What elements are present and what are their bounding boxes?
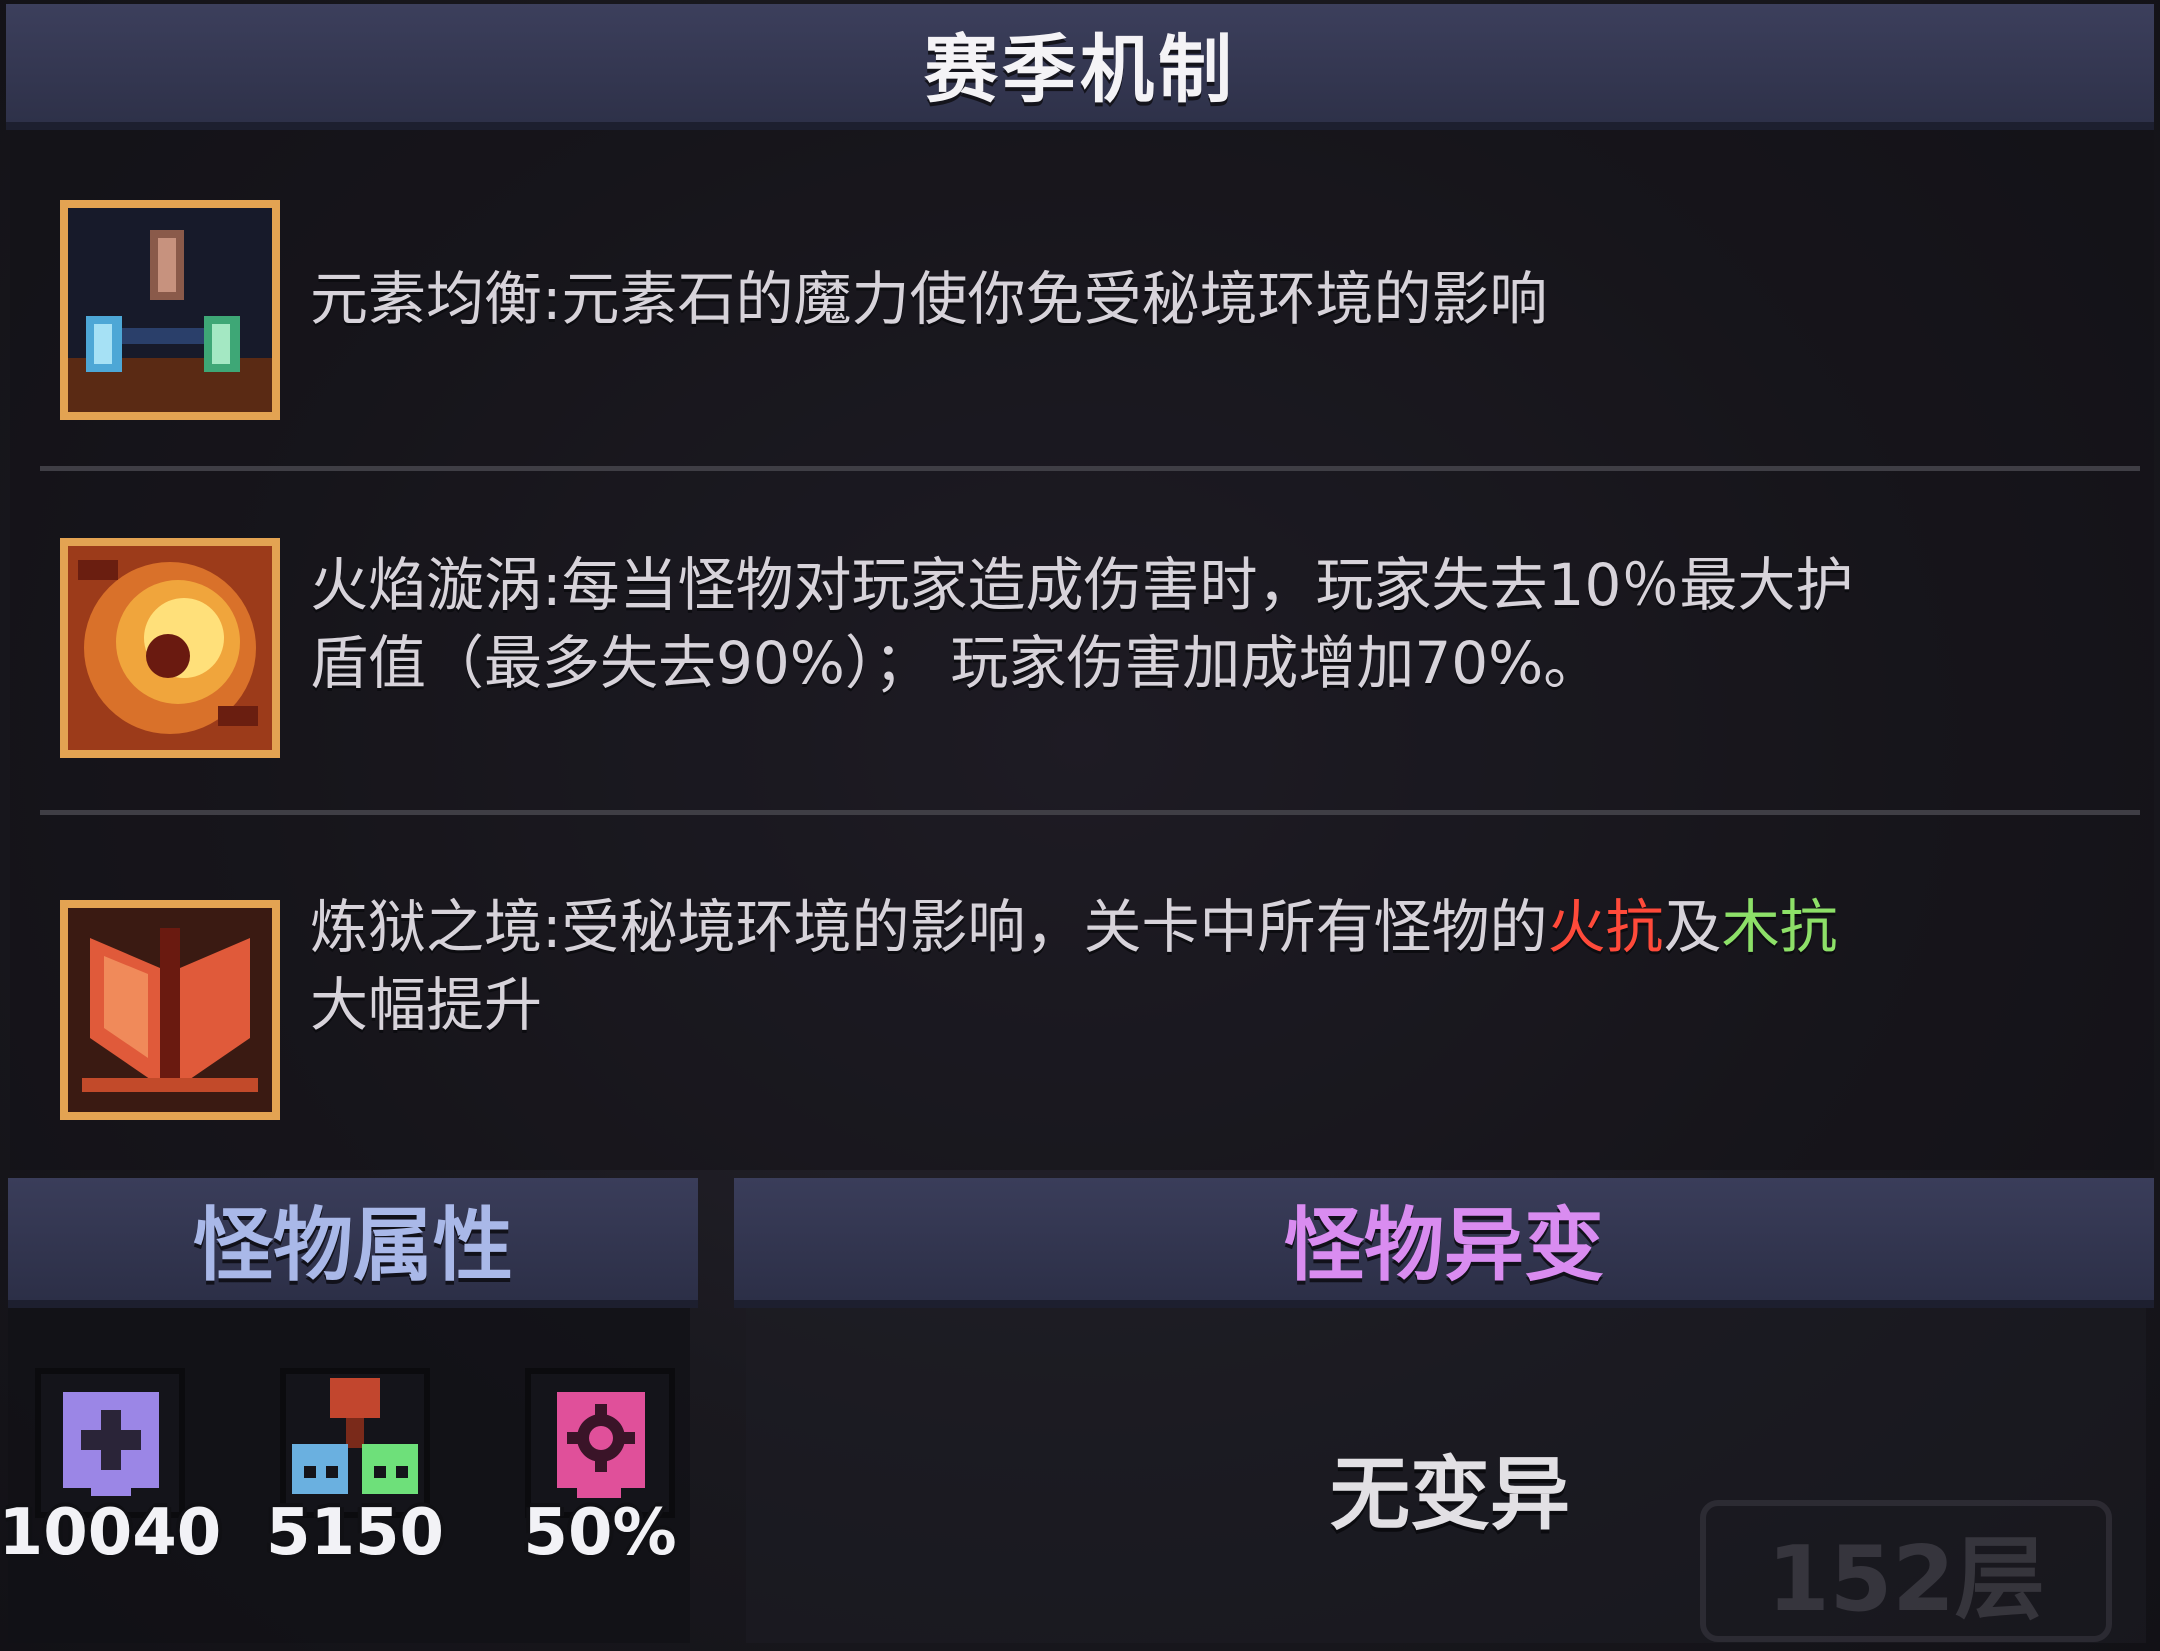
mechanic-description-prefix: 炼狱之境:受秘境环境的影响，关卡中所有怪物的 [310,893,1548,961]
row-divider [40,466,2140,471]
mechanic-description-line: 炼狱之境:受秘境环境的影响，关卡中所有怪物的火抗及木抗 [310,888,2090,966]
mechanic-row-purgatory: 炼狱之境:受秘境环境的影响，关卡中所有怪物的火抗及木抗 大幅提升 [10,893,2154,1120]
dialog-title: 赛季机制 [924,26,1236,113]
fire-resist-highlight: 火抗 [1547,893,1664,961]
mechanic-description-line: 盾值（最多失去90%）； 玩家伤害加成增加70%。 [310,629,1602,697]
stat-crit: 50% [520,1368,680,1570]
mechanic-description: 火焰漩涡:每当怪物对玩家造成伤害时，玩家失去10％最大护 盾值（最多失去90%）… [310,546,2090,702]
stat-value: 50% [523,1496,677,1570]
elemental-stones-icon [60,200,280,420]
stat-value: 10040 [0,1496,222,1570]
mutation-status: 无变异 [1330,1448,1570,1541]
monster-stats-title: 怪物属性 [193,1199,513,1292]
conjunction-text: 及 [1663,893,1722,961]
monster-stats-header: 怪物属性 [8,1178,698,1308]
monster-mutation-header: 怪物异变 [734,1178,2154,1308]
monster-mutation-title: 怪物异变 [1284,1199,1604,1292]
wood-resist-highlight: 木抗 [1721,893,1838,961]
stat-value: 5150 [265,1496,445,1570]
season-mechanics-dialog: 赛季机制 元素均衡:元素石的魔力使你免受秘境环境的影响 火焰漩涡:每当怪物对玩家… [0,0,2160,1651]
flame-vortex-icon [60,538,280,758]
stat-health: 10040 [0,1368,221,1570]
stat-attack: 5150 [266,1368,444,1570]
mechanic-description-line: 火焰漩涡:每当怪物对玩家造成伤害时，玩家失去10％最大护 [310,551,1854,619]
mechanic-row-flame-vortex: 火焰漩涡:每当怪物对玩家造成伤害时，玩家失去10％最大护 盾值（最多失去90%）… [10,538,2154,758]
mechanic-description: 元素均衡:元素石的魔力使你免受秘境环境的影响 [310,265,1548,333]
purgatory-shield-icon [60,900,280,1120]
row-divider [40,810,2140,815]
dialog-title-bar: 赛季机制 [6,4,2154,130]
mechanic-description: 炼狱之境:受秘境环境的影响，关卡中所有怪物的火抗及木抗 大幅提升 [310,888,2090,1044]
mechanic-description-line: 大幅提升 [310,971,543,1039]
mechanics-panel: 元素均衡:元素石的魔力使你免受秘境环境的影响 火焰漩涡:每当怪物对玩家造成伤害时… [10,130,2154,1170]
mechanic-row-elemental-balance: 元素均衡:元素石的魔力使你免受秘境环境的影响 [10,200,2154,420]
